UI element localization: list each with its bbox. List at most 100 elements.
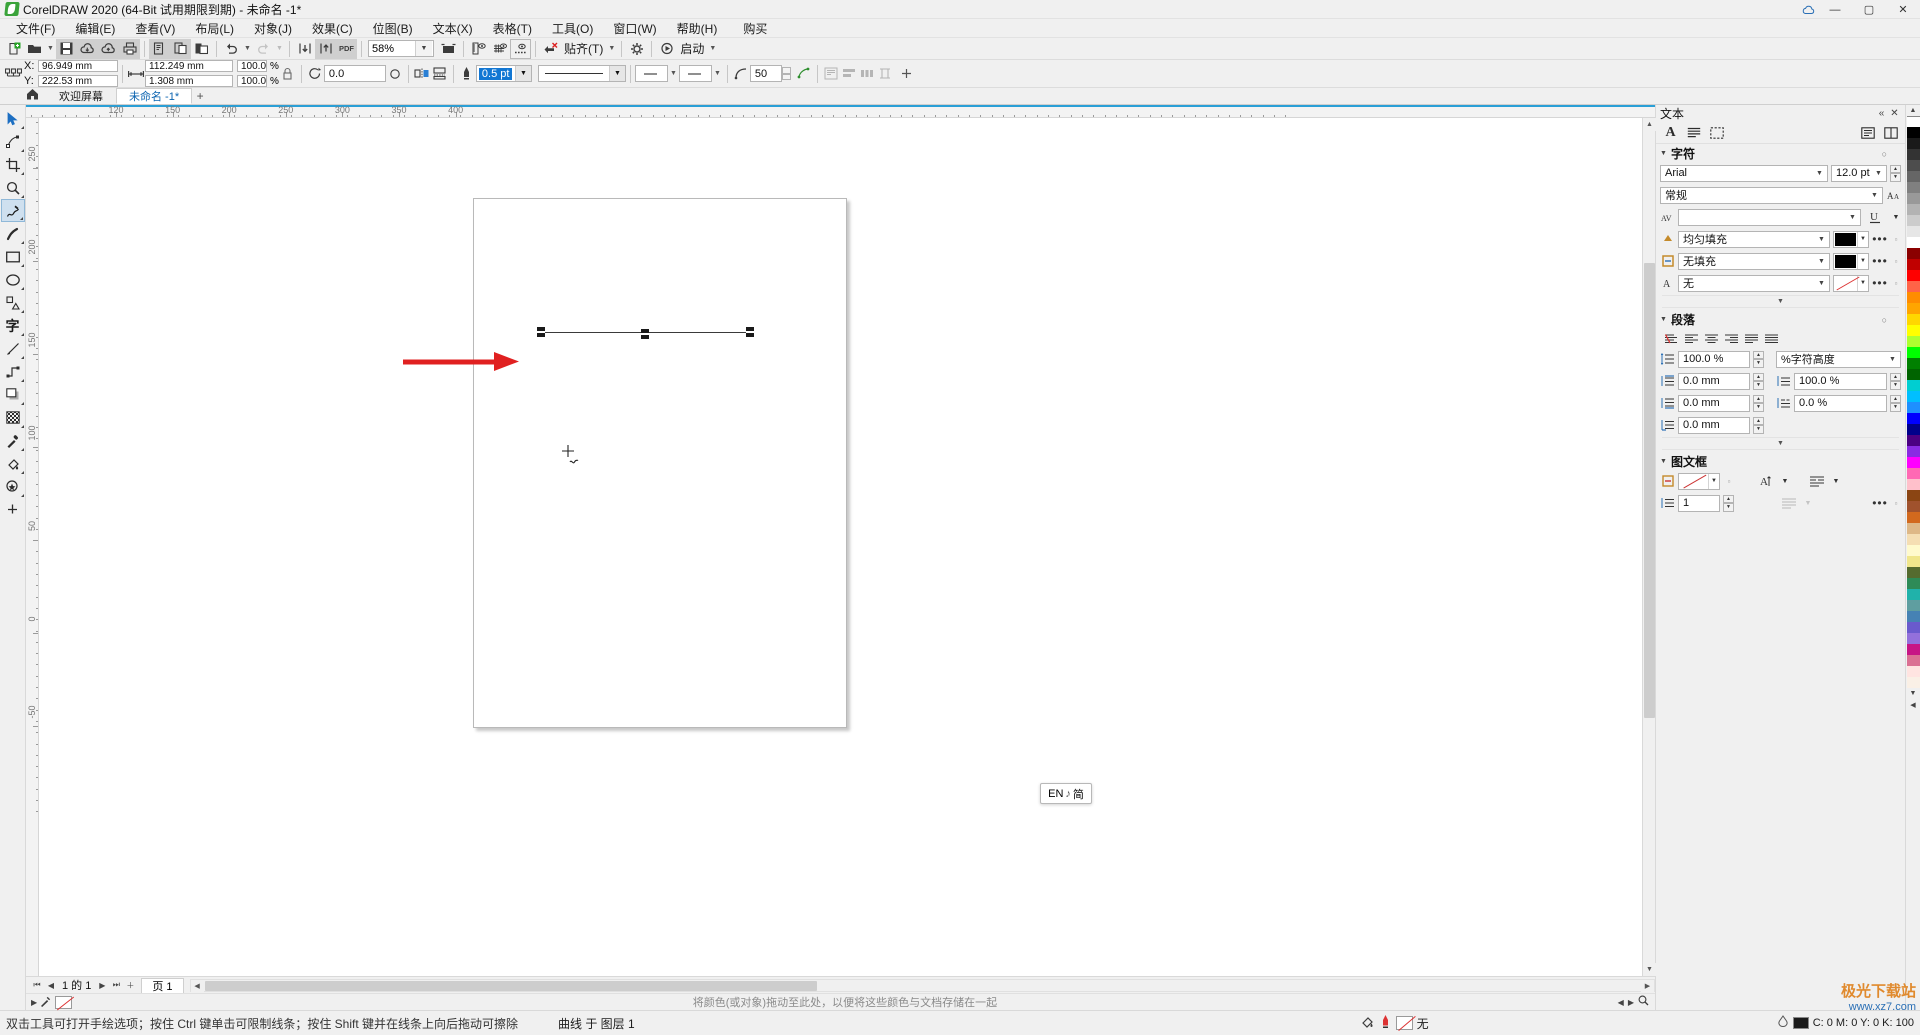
character-tab[interactable]: A xyxy=(1660,123,1681,142)
options-gear-icon[interactable] xyxy=(626,39,647,59)
text-properties-icon[interactable] xyxy=(1857,123,1878,142)
launch-label[interactable]: 启动 xyxy=(677,40,707,57)
pen-icon[interactable] xyxy=(40,995,52,1010)
distribute-icon[interactable] xyxy=(858,64,876,84)
background-type-combo[interactable]: 无 ▼ xyxy=(1678,274,1830,292)
palette-swatch[interactable] xyxy=(1906,314,1920,325)
menu-file[interactable]: 文件(F) xyxy=(6,19,65,38)
left-indent-combo[interactable]: 0.0 mm xyxy=(1678,416,1750,434)
next-page-icon[interactable]: ▶ xyxy=(95,978,109,993)
docker-pin-icon[interactable]: « xyxy=(1875,108,1888,119)
space-after-spinner[interactable]: ▲ ▼ xyxy=(1753,394,1764,412)
frame-fit-icon[interactable] xyxy=(1778,495,1800,512)
outline-more-options-icon[interactable]: ••• xyxy=(1872,254,1888,268)
zoom-palette-icon[interactable] xyxy=(1638,995,1649,1009)
palette-swatch[interactable] xyxy=(1906,655,1920,666)
menu-bitmaps[interactable]: 位图(B) xyxy=(363,19,423,38)
character-section-header[interactable]: ▼ 字符 ○ xyxy=(1656,144,1905,163)
menu-edit[interactable]: 编辑(E) xyxy=(65,19,125,38)
palette-swatch[interactable] xyxy=(1906,215,1920,226)
tab-untitled-1[interactable]: 未命名 -1* xyxy=(116,88,193,104)
line-spacing-unit-combo[interactable]: %字符高度 ▼ xyxy=(1776,350,1901,368)
left-indent-spinner[interactable]: ▲ ▼ xyxy=(1753,416,1764,434)
color-eyedropper-tool[interactable] xyxy=(1,429,25,452)
menu-help[interactable]: 帮助(H) xyxy=(667,19,728,38)
palette-swatch[interactable] xyxy=(1906,490,1920,501)
palette-swatch[interactable] xyxy=(1906,501,1920,512)
menu-window[interactable]: 窗口(W) xyxy=(603,19,666,38)
vertical-ruler[interactable]: 250 200 150 100 50 0 -50 xyxy=(26,118,39,976)
font-size-combo[interactable]: 12.0 pt ▼ xyxy=(1831,164,1887,182)
palette-swatch[interactable] xyxy=(1906,171,1920,182)
chevron-down-icon[interactable]: ▼ xyxy=(1867,188,1882,203)
align-objects-icon[interactable] xyxy=(840,64,858,84)
scroll-right-palette-icon[interactable]: ▶ xyxy=(1628,998,1634,1007)
menu-object[interactable]: 对象(J) xyxy=(244,19,302,38)
collapse-triangle-icon[interactable]: ▼ xyxy=(1660,150,1667,157)
palette-swatch[interactable] xyxy=(1906,611,1920,622)
home-icon[interactable] xyxy=(26,88,39,103)
text-flow-icon[interactable] xyxy=(1806,473,1828,490)
palette-swatch[interactable] xyxy=(1906,644,1920,655)
palette-swatch[interactable] xyxy=(1906,336,1920,347)
fill-more-options-icon[interactable]: ••• xyxy=(1872,232,1888,246)
underline-icon[interactable]: U xyxy=(1864,209,1888,226)
no-color-swatch[interactable] xyxy=(55,995,75,1010)
chevron-down-icon[interactable]: ▼ xyxy=(1845,210,1860,225)
height-input[interactable]: 1.308 mm xyxy=(145,75,233,87)
paragraph-expand-toggle[interactable]: ▼ xyxy=(1662,437,1899,450)
last-page-icon[interactable]: ⏭ xyxy=(109,978,123,993)
text-wrap-icon[interactable] xyxy=(822,64,840,84)
palette-swatch[interactable] xyxy=(1906,512,1920,523)
undo-dropdown-icon[interactable]: ▼ xyxy=(242,39,253,59)
palette-swatch[interactable] xyxy=(1906,292,1920,303)
scale-width-input[interactable]: 100.0 xyxy=(237,60,267,72)
docker-close-icon[interactable]: ✕ xyxy=(1888,108,1901,119)
close-button[interactable]: ✕ xyxy=(1886,0,1920,19)
word-spacing-combo[interactable]: 0.0 % xyxy=(1794,394,1887,412)
shape-tool[interactable] xyxy=(1,130,25,153)
frame-more-options-icon[interactable]: ••• xyxy=(1872,496,1888,510)
export-icon[interactable] xyxy=(315,38,336,59)
crop-tool[interactable] xyxy=(1,153,25,176)
palette-swatch[interactable] xyxy=(1906,281,1920,292)
menu-tools[interactable]: 工具(O) xyxy=(542,19,603,38)
palette-swatch[interactable] xyxy=(1906,523,1920,534)
columns-spinner[interactable]: ▲ ▼ xyxy=(1723,494,1734,512)
curve-node-end[interactable] xyxy=(746,327,754,337)
palette-swatch[interactable] xyxy=(1906,413,1920,424)
save-icon[interactable] xyxy=(56,38,77,59)
import-icon[interactable] xyxy=(294,39,315,59)
palette-swatch[interactable] xyxy=(1906,237,1920,248)
palette-swatch[interactable] xyxy=(1906,424,1920,435)
collapse-triangle-icon[interactable]: ▼ xyxy=(1660,458,1667,465)
redo-icon[interactable] xyxy=(253,39,274,59)
fullscreen-icon[interactable] xyxy=(438,39,459,59)
docker-options-icon[interactable] xyxy=(1880,123,1901,142)
palette-swatch[interactable] xyxy=(1906,138,1920,149)
palette-swatch[interactable] xyxy=(1906,270,1920,281)
export-pdf-icon[interactable]: PDF xyxy=(336,38,357,59)
start-arrow-dropdown-icon[interactable]: ▼ xyxy=(668,64,679,84)
palette-swatch[interactable] xyxy=(1906,567,1920,578)
vertical-align-icon[interactable]: A xyxy=(1755,473,1777,490)
line-spacing-spinner[interactable]: ▲ ▼ xyxy=(1753,350,1764,368)
align-justify-icon[interactable] xyxy=(1742,330,1761,348)
outline-pen-icon[interactable] xyxy=(458,64,476,84)
chevron-down-icon[interactable]: ▼ xyxy=(1812,166,1827,181)
undo-icon[interactable] xyxy=(221,39,242,59)
vertical-scroll-thumb[interactable] xyxy=(1644,263,1655,718)
palette-swatch[interactable] xyxy=(1906,325,1920,336)
menu-buy[interactable]: 购买 xyxy=(733,19,777,38)
zoom-tool[interactable] xyxy=(1,176,25,199)
cloud-upload-icon[interactable] xyxy=(98,38,119,59)
parallel-dimension-tool[interactable] xyxy=(1,337,25,360)
rotate-center-icon[interactable] xyxy=(386,64,404,84)
font-style-combo[interactable]: 常规 ▼ xyxy=(1660,186,1883,204)
palette-swatch[interactable] xyxy=(1906,116,1920,127)
palette-swatch[interactable] xyxy=(1906,622,1920,633)
y-input[interactable]: 222.53 mm xyxy=(38,75,118,87)
horizontal-scrollbar[interactable]: ◀ ▶ xyxy=(189,978,1655,993)
chevron-down-icon[interactable]: ▼ xyxy=(1857,253,1868,269)
interactive-fill-tool[interactable] xyxy=(1,452,25,475)
